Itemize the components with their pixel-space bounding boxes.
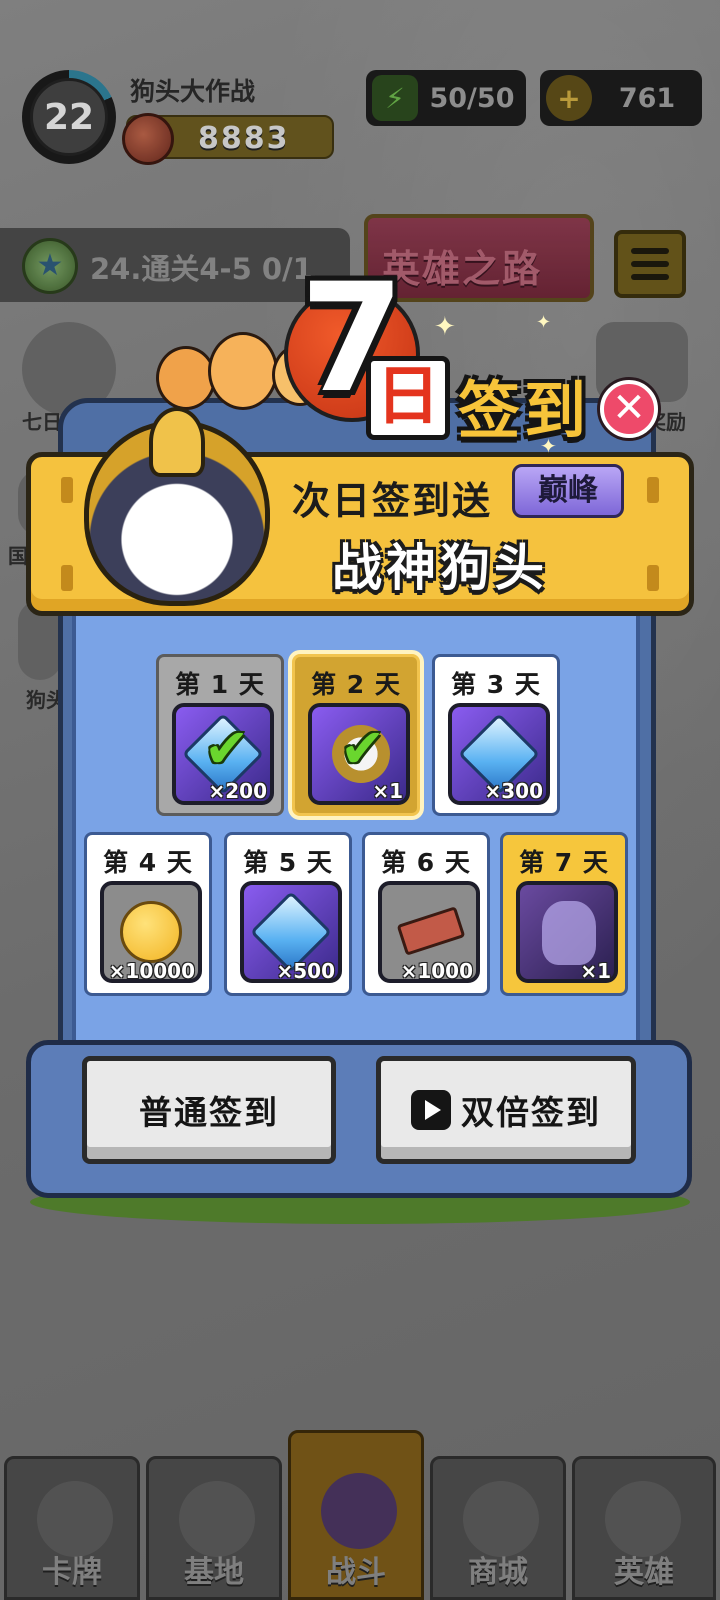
day-label: 第 1 天 xyxy=(175,670,265,699)
double-sign-in-button[interactable]: 双倍签到 xyxy=(376,1056,636,1164)
day-card-2[interactable]: 第 2 天 ✔ ×1 xyxy=(292,654,420,816)
normal-sign-in-label: 普通签到 xyxy=(139,1093,279,1132)
helmet-crest xyxy=(149,407,205,477)
day-label: 第 6 天 xyxy=(381,848,471,877)
banner-peg xyxy=(61,477,73,503)
checkmark-icon: ✔ xyxy=(204,717,250,780)
sparkle-icon: ✦ xyxy=(434,312,456,342)
day-card-7[interactable]: 第 7 天 ×1 xyxy=(500,832,628,996)
day-card-6[interactable]: 第 6 天 ×1000 xyxy=(362,832,490,996)
brick-icon xyxy=(396,906,466,956)
banner-peg xyxy=(647,477,659,503)
war-god-dog-icon xyxy=(84,407,270,606)
title-sign-in: 签到 xyxy=(458,374,591,447)
checkmark-icon: ✔ xyxy=(340,717,386,780)
banner-peg xyxy=(647,565,659,591)
banner-line2: 战神狗头 xyxy=(332,539,548,597)
banner-peg xyxy=(61,565,73,591)
reward-qty: ×500 xyxy=(276,959,335,983)
day-label: 第 7 天 xyxy=(519,848,609,877)
day-card-3[interactable]: 第 3 天 ×300 xyxy=(432,654,560,816)
gold-coin-icon xyxy=(120,901,182,963)
video-play-icon xyxy=(411,1090,451,1130)
reward-qty: ×200 xyxy=(208,779,267,803)
cat-with-glasses-icon xyxy=(208,332,278,410)
day-label: 第 2 天 xyxy=(311,670,401,699)
reward-qty: ×10000 xyxy=(108,959,195,983)
day-card-5[interactable]: 第 5 天 ×500 xyxy=(224,832,352,996)
banner-line1: 次日签到送 xyxy=(292,479,493,523)
peak-badge: 巅峰 xyxy=(512,464,624,518)
day-card-4[interactable]: 第 4 天 ×10000 xyxy=(84,832,212,996)
day-label: 第 5 天 xyxy=(243,848,333,877)
mystery-hero-icon xyxy=(542,901,596,965)
close-button[interactable]: ✕ xyxy=(600,380,658,438)
day-card-1[interactable]: 第 1 天 ✔ ×200 xyxy=(156,654,284,816)
day-label: 第 3 天 xyxy=(451,670,541,699)
day-label: 第 4 天 xyxy=(103,848,193,877)
sparkle-icon: ✦ xyxy=(540,434,557,458)
sparkle-icon: ✦ xyxy=(536,312,552,333)
reward-qty: ×1 xyxy=(580,959,611,983)
cat-mascot-icon xyxy=(156,346,216,410)
reward-qty: ×300 xyxy=(484,779,543,803)
title-day-char: 日 xyxy=(366,356,450,440)
double-sign-in-label: 双倍签到 xyxy=(461,1093,601,1132)
reward-qty: ×1000 xyxy=(400,959,473,983)
reward-qty: ×1 xyxy=(372,779,403,803)
normal-sign-in-button[interactable]: 普通签到 xyxy=(82,1056,336,1164)
